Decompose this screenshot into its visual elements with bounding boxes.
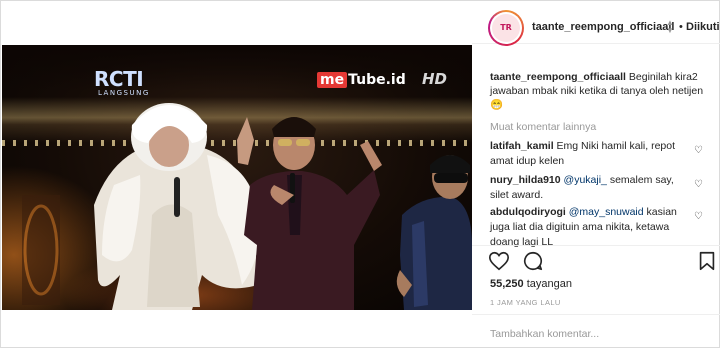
rcti-logo: RCTI xyxy=(94,67,144,91)
header-dot-separator: • xyxy=(679,21,683,33)
post-timestamp[interactable]: 1 JAM YANG LALU xyxy=(490,298,561,307)
comment-icon[interactable] xyxy=(522,250,544,272)
caption-author-link[interactable]: taante_reempong_officiaall xyxy=(490,71,626,83)
comment-author-link[interactable]: abdulqodiryogi xyxy=(490,206,566,218)
expand-caret-icon: ▲ ▼ xyxy=(666,18,674,35)
add-comment-field[interactable]: Tambahkan komentar... xyxy=(472,314,720,348)
avatar[interactable]: TR xyxy=(488,10,524,46)
metube-logo: me Tube.id xyxy=(317,72,406,88)
post-details-panel: TR taante_reempong_officiaall ▲ ▼ • Diiku… xyxy=(472,2,720,348)
rcti-live-label: LANGSUNG xyxy=(98,89,150,97)
grin-emoji-icon: 😁 xyxy=(490,99,504,111)
comment-like-heart-icon[interactable]: ♡ xyxy=(694,179,703,190)
post-actions xyxy=(488,250,720,274)
comment-like-heart-icon[interactable]: ♡ xyxy=(694,145,703,156)
comment-mention-link[interactable]: @may_snuwaid xyxy=(569,206,644,218)
instagram-post: RCTI LANGSUNG me Tube.id HD TR taante_ree… xyxy=(0,0,720,348)
comment-author-link[interactable]: latifah_kamil xyxy=(490,140,554,152)
post-header: TR taante_reempong_officiaall ▲ ▼ • Diiku… xyxy=(472,2,720,46)
performer-dark-suit xyxy=(244,117,382,310)
load-more-comments-link[interactable]: Muat komentar lainnya xyxy=(490,121,596,133)
avatar-image: TR xyxy=(492,14,520,42)
post-caption: taante_reempong_officiaall Beginilah kir… xyxy=(490,70,712,112)
performer-white-outfit xyxy=(94,103,260,310)
comment-item: latifah_kamil Emg Niki hamil kali, repot… xyxy=(490,139,690,169)
heart-icon[interactable] xyxy=(488,250,510,272)
comment-item: nury_hilda910 @yukaji_ semalem say, sile… xyxy=(490,173,690,203)
comment-author-link[interactable]: nury_hilda910 xyxy=(490,174,561,186)
post-author-link[interactable]: taante_reempong_officiaall xyxy=(532,21,674,33)
comment-mention-link[interactable]: @yukaji_ xyxy=(564,174,607,186)
masked-performer xyxy=(396,155,472,310)
view-count: 55,250 tayangan xyxy=(490,278,572,290)
post-video[interactable]: RCTI LANGSUNG me Tube.id HD xyxy=(2,45,472,310)
add-comment-placeholder: Tambahkan komentar... xyxy=(490,328,600,340)
hd-logo: HD xyxy=(422,70,448,88)
bookmark-icon[interactable] xyxy=(696,250,718,272)
following-button[interactable]: Diikuti xyxy=(686,21,720,33)
comments-divider xyxy=(472,238,720,246)
comment-like-heart-icon[interactable]: ♡ xyxy=(694,211,703,222)
